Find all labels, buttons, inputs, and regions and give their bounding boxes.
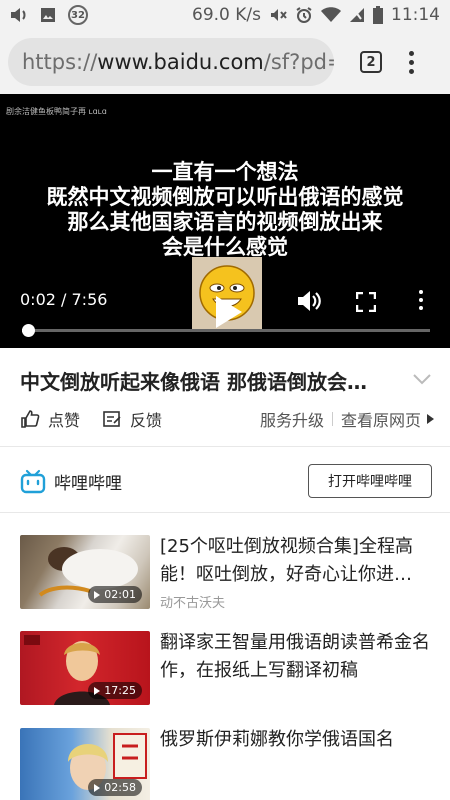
browser-menu-icon[interactable] [408,50,414,74]
url-scheme: https:// [22,50,98,74]
open-bilibili-button[interactable]: 打开哔哩哔哩 [308,464,432,498]
duration-badge: 02:58 [88,779,142,796]
thumbs-up-icon [21,410,40,428]
service-upgrade-link[interactable]: 服务升级 [260,407,324,431]
page-title: 中文倒放听起来像俄语 那俄语倒放会… [20,370,367,394]
item-title: 翻译家王智量用俄语朗读普希金名作，在报纸上写翻译初稿 [160,632,430,681]
video-caption: 一直有一个想法 既然中文视频倒放可以听出俄语的感觉 那么其他国家语言的视频倒放出… [0,160,450,260]
source-row: 哔哩哔哩 打开哔哩哔哩 [20,464,432,498]
browser-toolbar: https://www.baidu.com/sf?pd= 2 [0,30,450,94]
video-progress-knob[interactable] [22,324,35,337]
video-more-icon[interactable] [419,290,423,310]
clock: 11:14 [391,5,440,25]
caption-line: 那么其他国家语言的视频倒放出来 [67,210,383,234]
list-item[interactable]: 17:25 翻译家王智量用俄语朗读普希金名作，在报纸上写翻译初稿 [20,631,432,711]
feedback-icon [103,411,121,427]
section-divider [0,446,450,447]
signal-icon [350,8,364,22]
url-bar[interactable]: https://www.baidu.com/sf?pd= [8,38,334,86]
url-path: /sf?pd= [263,50,334,74]
duration-badge: 02:01 [88,586,142,603]
status-bar: 32 69.0 K/s 11:14 [0,0,450,30]
view-original-label: 查看原网页 [340,411,421,430]
action-row: 点赞 反馈 服务升级 查看原网页 [20,405,434,433]
section-divider [0,512,450,513]
caret-right-icon [427,414,434,424]
action-divider [331,412,333,426]
feedback-label: 反馈 [130,411,163,430]
list-item[interactable]: 02:58 俄罗斯伊莉娜教你学俄语国名 [20,728,432,800]
video-thumbnail: 17:25 [20,631,150,705]
image-icon [41,8,55,22]
like-label: 点赞 [48,411,81,430]
play-mini-icon [94,783,101,792]
duration-text: 17:25 [104,684,136,697]
video-time: 0:02 / 7:56 [20,290,108,309]
play-mini-icon [94,686,101,695]
item-title: 俄罗斯伊莉娜教你学俄语国名 [160,729,394,750]
video-thumbnail: 02:58 [20,728,150,800]
volume-control-icon[interactable] [296,288,322,318]
duration-badge: 17:25 [88,682,142,699]
alarm-icon [296,7,312,23]
caption-line: 一直有一个想法 [151,160,299,184]
item-title: [25个呕吐倒放视频合集]全程高能！呕吐倒放，好奇心让你进… [160,536,413,585]
source-name: 哔哩哔哩 [54,473,122,494]
like-button[interactable]: 点赞 [20,407,80,431]
notification-count-badge: 32 [68,5,88,25]
video-watermark: 剧余洁健鱼板鸭简子再 ʟɑʟɑ [6,107,107,116]
item-author: 动不古沃夫 [160,596,226,611]
video-player[interactable]: 剧余洁健鱼板鸭简子再 ʟɑʟɑ 一直有一个想法 既然中文视频倒放可以听出俄语的感… [0,94,450,348]
tab-switcher-button[interactable]: 2 [360,51,382,73]
view-original-link[interactable]: 查看原网页 [341,407,434,431]
wifi-icon [321,7,341,22]
feedback-button[interactable]: 反馈 [102,407,162,431]
list-item[interactable]: 02:01 [25个呕吐倒放视频合集]全程高能！呕吐倒放，好奇心让你进… 动不古… [20,535,432,615]
caption-line: 既然中文视频倒放可以听出俄语的感觉 [46,185,404,209]
url-domain: www.baidu.com [97,50,264,74]
duration-text: 02:01 [104,588,136,601]
fullscreen-icon[interactable] [355,291,377,316]
video-thumbnail: 02:01 [20,535,150,609]
play-mini-icon [94,590,101,599]
volume-icon [11,8,26,22]
chevron-down-icon[interactable] [412,370,432,389]
mute-icon [271,9,287,21]
video-progress-bar[interactable] [22,324,430,337]
battery-icon [373,6,383,24]
bilibili-logo-icon [20,469,46,494]
network-speed: 69.0 K/s [192,5,261,25]
duration-text: 02:58 [104,781,136,794]
play-icon[interactable] [204,290,248,334]
